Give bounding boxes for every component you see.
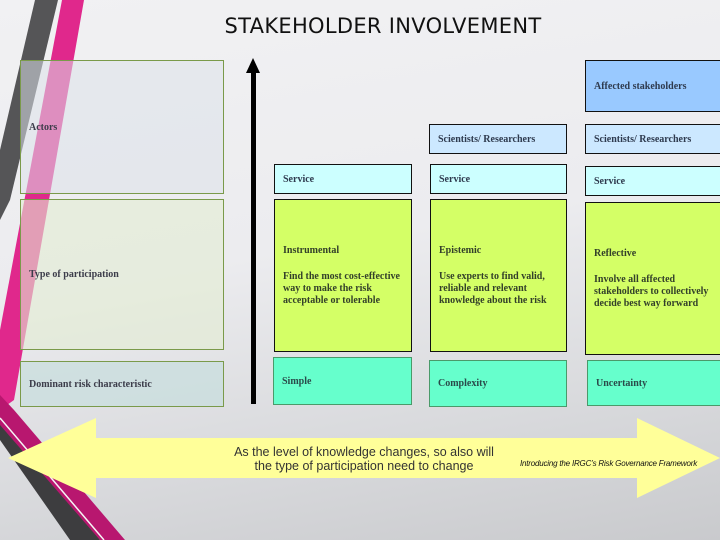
risk-label: Simple <box>282 375 312 387</box>
source-credit: Introducing the IRGC’s Risk Governance F… <box>520 459 697 468</box>
participation-title: Epistemic <box>439 244 482 256</box>
row-label-type-text: Type of participation <box>29 269 119 280</box>
col2-risk-complexity: Complexity <box>429 360 567 407</box>
participation-desc: Involve all affected stakeholders to col… <box>594 273 709 309</box>
row-label-actors-text: Actors <box>29 121 58 133</box>
arrow-caption: As the level of knowledge changes, so al… <box>234 445 494 473</box>
actor-label: Service <box>283 173 315 185</box>
col2-actor-service: Service <box>430 164 567 194</box>
col1-participation-instrumental: Instrumental Find the most cost-effectiv… <box>274 199 412 352</box>
participation-title: Reflective <box>594 247 637 259</box>
row-label-type-of-participation: Type of participation <box>20 199 224 350</box>
actor-label: Service <box>439 173 471 185</box>
col3-actor-affected-stakeholders: Affected stakeholders <box>585 60 720 112</box>
col1-risk-simple: Simple <box>273 357 412 405</box>
slide-title: STAKEHOLDER INVOLVEMENT <box>224 14 542 38</box>
row-label-dominant-risk: Dominant risk characteristic <box>20 361 224 407</box>
col2-participation-epistemic: Epistemic Use experts to find valid, rel… <box>430 199 567 352</box>
col3-actor-service: Service <box>585 166 720 196</box>
col2-actor-scientists: Scientists/ Researchers <box>429 124 567 154</box>
row-label-risk-text: Dominant risk characteristic <box>29 378 152 390</box>
participation-desc: Use experts to find valid, reliable and … <box>439 270 547 306</box>
vertical-arrow-shaft <box>251 68 256 404</box>
row-label-actors: Actors <box>20 60 224 194</box>
col3-risk-uncertainty: Uncertainty <box>587 360 720 406</box>
actor-label: Service <box>594 175 626 187</box>
risk-label: Complexity <box>438 378 488 389</box>
risk-label: Uncertainty <box>596 377 648 389</box>
col3-participation-reflective: Reflective Involve all affected stakehol… <box>585 202 720 355</box>
col3-actor-scientists: Scientists/ Researchers <box>585 124 720 154</box>
actor-label: Scientists/ Researchers <box>438 133 536 145</box>
participation-desc: Find the most cost-effective way to make… <box>283 270 400 306</box>
actor-label: Scientists/ Researchers <box>594 133 692 145</box>
participation-title: Instrumental <box>283 244 340 256</box>
col1-actor-service: Service <box>274 164 412 194</box>
actor-label: Affected stakeholders <box>594 80 687 92</box>
